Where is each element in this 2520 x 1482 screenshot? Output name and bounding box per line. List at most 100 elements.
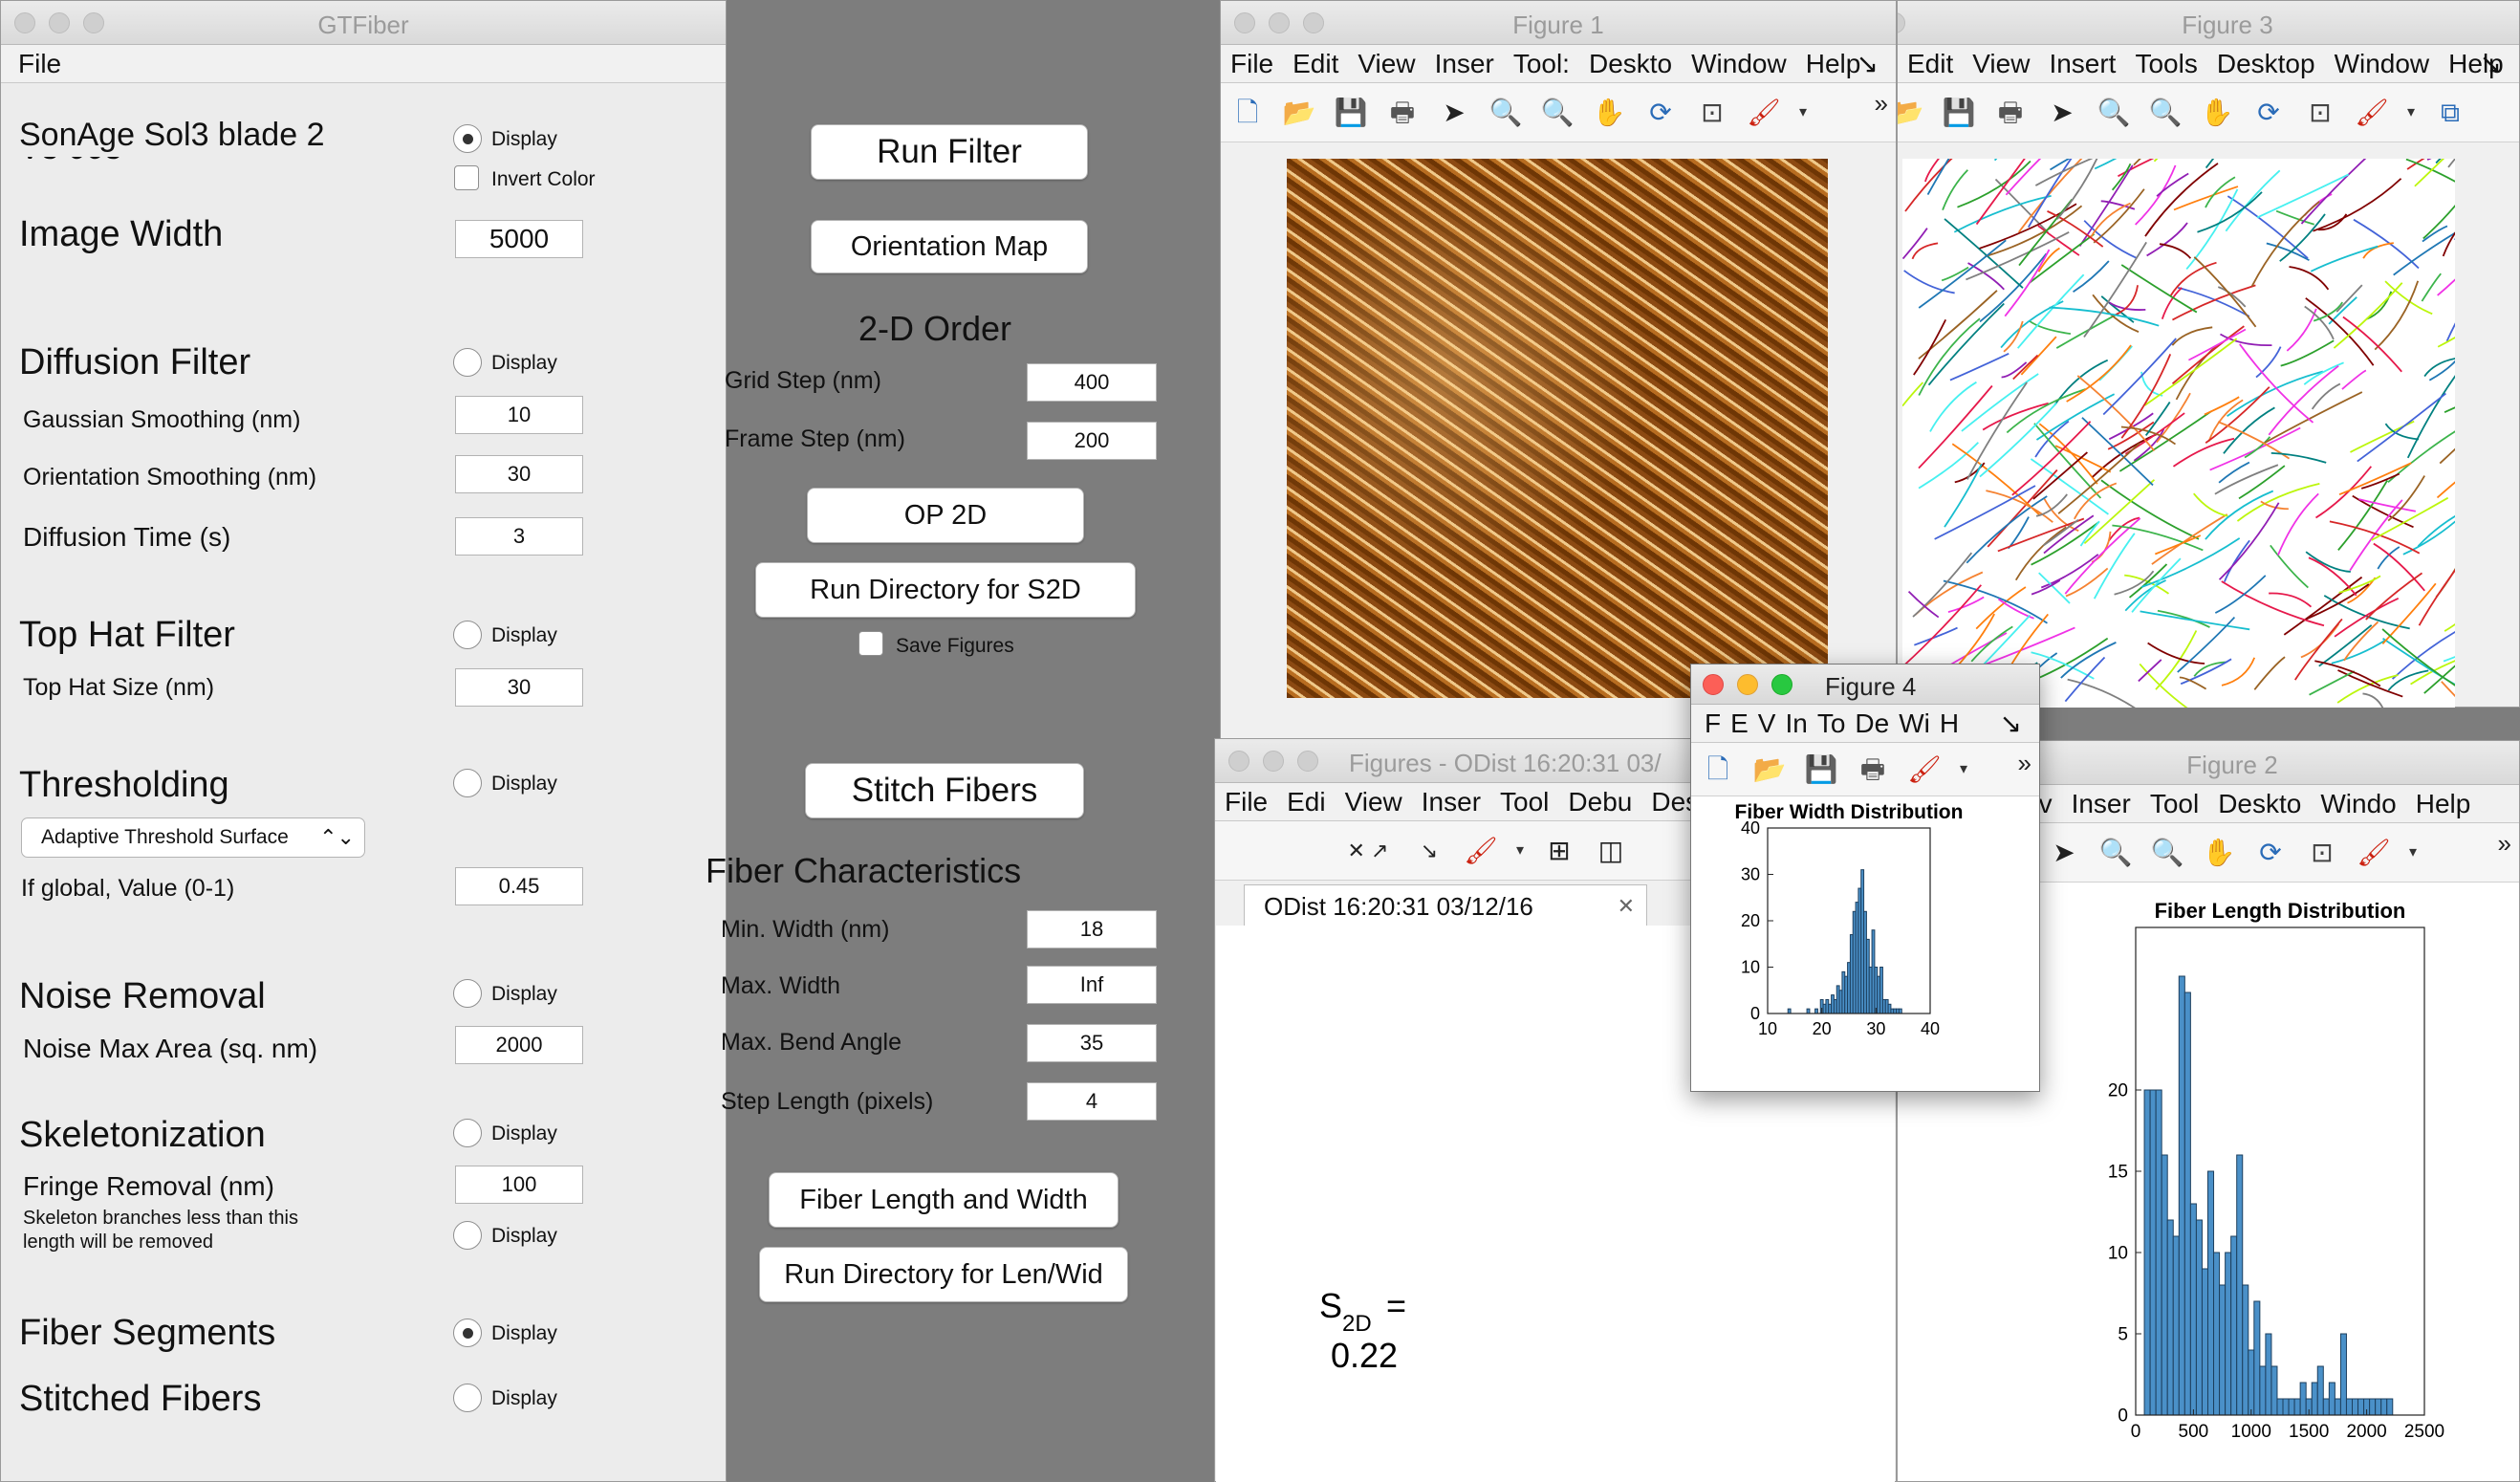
brush-dropdown-icon[interactable]: ▾	[1957, 751, 1970, 789]
menu-tools[interactable]: To	[1813, 705, 1851, 742]
print-icon[interactable]: 🖶	[1854, 751, 1892, 789]
print-icon[interactable]: 🖶	[1991, 94, 2030, 132]
grid-step-field[interactable]: 400	[1027, 363, 1157, 402]
pointer-icon[interactable]: ➤	[2045, 834, 2083, 872]
max-width-field[interactable]: Inf	[1027, 966, 1157, 1004]
fiber-length-width-button[interactable]: Fiber Length and Width	[769, 1172, 1119, 1228]
menu-insert[interactable]: Inser	[1412, 783, 1490, 820]
run-filter-button[interactable]: Run Filter	[811, 124, 1088, 180]
op-2d-button[interactable]: OP 2D	[807, 488, 1084, 543]
top-hat-size-field[interactable]: 30	[455, 668, 583, 707]
save-icon[interactable]: 💾	[1332, 94, 1370, 132]
orientation-map-button[interactable]: Orientation Map	[811, 220, 1088, 273]
run-directory-lenwid-button[interactable]: Run Directory for Len/Wid	[759, 1247, 1128, 1302]
figure4-titlebar[interactable]: Figure 4	[1691, 665, 2039, 705]
open-file-icon[interactable]: 📂	[1750, 751, 1789, 789]
display-skeleton-radio[interactable]	[453, 1119, 482, 1147]
brush-icon[interactable]: 🖌	[1745, 94, 1783, 132]
display-segments-radio[interactable]	[453, 1319, 482, 1347]
menu-file[interactable]: File	[1215, 783, 1277, 820]
menu-desktop[interactable]: Desktop	[2207, 45, 2325, 82]
rotate-icon[interactable]: ⟳	[2251, 834, 2290, 872]
brush-icon[interactable]: 🖌	[1905, 751, 1944, 789]
toolbar-overflow-icon[interactable]: »	[2018, 749, 2031, 778]
dock-arrow-icon[interactable]: ↘	[1990, 705, 2031, 742]
menu-help[interactable]: Help	[2406, 785, 2481, 822]
brush-icon[interactable]: 🖌	[2355, 834, 2393, 872]
rotate-icon[interactable]: ⟳	[1641, 94, 1680, 132]
menu-tools[interactable]: Tool:	[1504, 45, 1579, 82]
pan-hand-icon[interactable]: ✋	[1590, 94, 1628, 132]
display-image-radio[interactable]	[453, 124, 482, 153]
display-diffusion-radio[interactable]	[453, 348, 482, 377]
zoom-in-icon[interactable]: 🔍	[1487, 94, 1525, 132]
orientation-smoothing-field[interactable]: 30	[455, 455, 583, 493]
menu-insert[interactable]: In	[1780, 705, 1812, 742]
noise-max-area-field[interactable]: 2000	[455, 1026, 583, 1064]
menu-view[interactable]: View	[1348, 45, 1424, 82]
close-button[interactable]	[1898, 12, 1905, 33]
menu-view[interactable]: View	[1336, 783, 1412, 820]
menu-desktop[interactable]: Deskto	[2208, 785, 2311, 822]
brush-dropdown-icon[interactable]: ▾	[2406, 834, 2420, 872]
open-file-icon[interactable]: 📂	[1280, 94, 1318, 132]
dock-arrow-icon[interactable]: ↘	[1847, 45, 1888, 82]
new-figure-icon[interactable]: 🗋	[1228, 94, 1267, 132]
gtfiber-titlebar[interactable]: GTFiber	[1, 1, 726, 45]
brush-icon[interactable]: 🖌	[1462, 832, 1500, 870]
zoom-in-icon[interactable]: 🔍	[2095, 94, 2133, 132]
data-cursor-icon[interactable]: ⊡	[2301, 94, 2339, 132]
close-button[interactable]	[1703, 674, 1724, 695]
menu-file[interactable]: File	[1, 45, 71, 82]
menu-help[interactable]: H	[1935, 705, 1964, 742]
menu-view[interactable]: V	[1753, 705, 1781, 742]
display-threshold-radio[interactable]	[453, 769, 482, 797]
zoom-in-icon[interactable]: 🔍	[2096, 834, 2135, 872]
split-layout-icon[interactable]: ◫	[1592, 832, 1630, 870]
zoom-button[interactable]	[1771, 674, 1792, 695]
menu-insert[interactable]: Insert	[2039, 45, 2125, 82]
zoom-out-icon[interactable]: 🔍	[2146, 94, 2184, 132]
menu-debug[interactable]: Debu	[1558, 783, 1641, 820]
minimize-button[interactable]	[1737, 674, 1758, 695]
run-directory-s2d-button[interactable]: Run Directory for S2D	[755, 562, 1136, 618]
brush-dropdown-icon[interactable]: ▾	[1796, 94, 1810, 132]
new-figure-icon[interactable]: 🗋	[1699, 751, 1737, 789]
zoom-out-icon[interactable]: 🔍	[2148, 834, 2186, 872]
menu-desktop[interactable]: Deskto	[1579, 45, 1682, 82]
menu-file[interactable]: File	[1221, 45, 1283, 82]
brush-dropdown-icon[interactable]: ▾	[2404, 94, 2418, 132]
pointer-icon[interactable]: ➤	[2043, 94, 2081, 132]
dock-arrow-icon[interactable]: ↘	[1410, 832, 1448, 870]
display-stitched-radio[interactable]	[453, 1384, 482, 1412]
menu-insert[interactable]: Inser	[1425, 45, 1504, 82]
data-cursor-icon[interactable]: ⊡	[2303, 834, 2341, 872]
max-bend-angle-field[interactable]: 35	[1027, 1024, 1157, 1062]
zoom-out-icon[interactable]: 🔍	[1538, 94, 1576, 132]
menu-edit[interactable]: Edit	[1898, 45, 1963, 82]
save-figures-checkbox[interactable]	[858, 631, 883, 656]
pan-hand-icon[interactable]: ✋	[2200, 834, 2238, 872]
save-icon[interactable]: 💾	[1802, 751, 1840, 789]
menu-tools[interactable]: Tool	[1490, 783, 1558, 820]
menu-view[interactable]: View	[1963, 45, 2039, 82]
dock-arrow-icon[interactable]: ↘	[2470, 45, 2511, 82]
step-length-field[interactable]: 4	[1027, 1082, 1157, 1121]
threshold-method-select[interactable]: Adaptive Threshold Surface ⌃⌄	[21, 817, 365, 858]
menu-file[interactable]: F	[1691, 705, 1726, 742]
stitch-fibers-button[interactable]: Stitch Fibers	[805, 763, 1084, 818]
min-width-field[interactable]: 18	[1027, 910, 1157, 948]
menu-edit[interactable]: Edit	[1283, 45, 1348, 82]
minimize-button[interactable]	[1263, 751, 1284, 772]
pan-hand-icon[interactable]: ✋	[2198, 94, 2236, 132]
rotate-icon[interactable]: ⟳	[2249, 94, 2288, 132]
diffusion-time-field[interactable]: 3	[455, 517, 583, 556]
menu-tools[interactable]: Tools	[2125, 45, 2206, 82]
gaussian-smoothing-field[interactable]: 10	[455, 396, 583, 434]
brush-dropdown-icon[interactable]: ▾	[1513, 832, 1527, 870]
pointer-icon[interactable]: ➤	[1435, 94, 1473, 132]
close-button[interactable]	[1228, 751, 1249, 772]
display-noise-radio[interactable]	[453, 979, 482, 1008]
zoom-button[interactable]	[1297, 751, 1318, 772]
open-file-icon[interactable]: 📂	[1898, 94, 1926, 132]
